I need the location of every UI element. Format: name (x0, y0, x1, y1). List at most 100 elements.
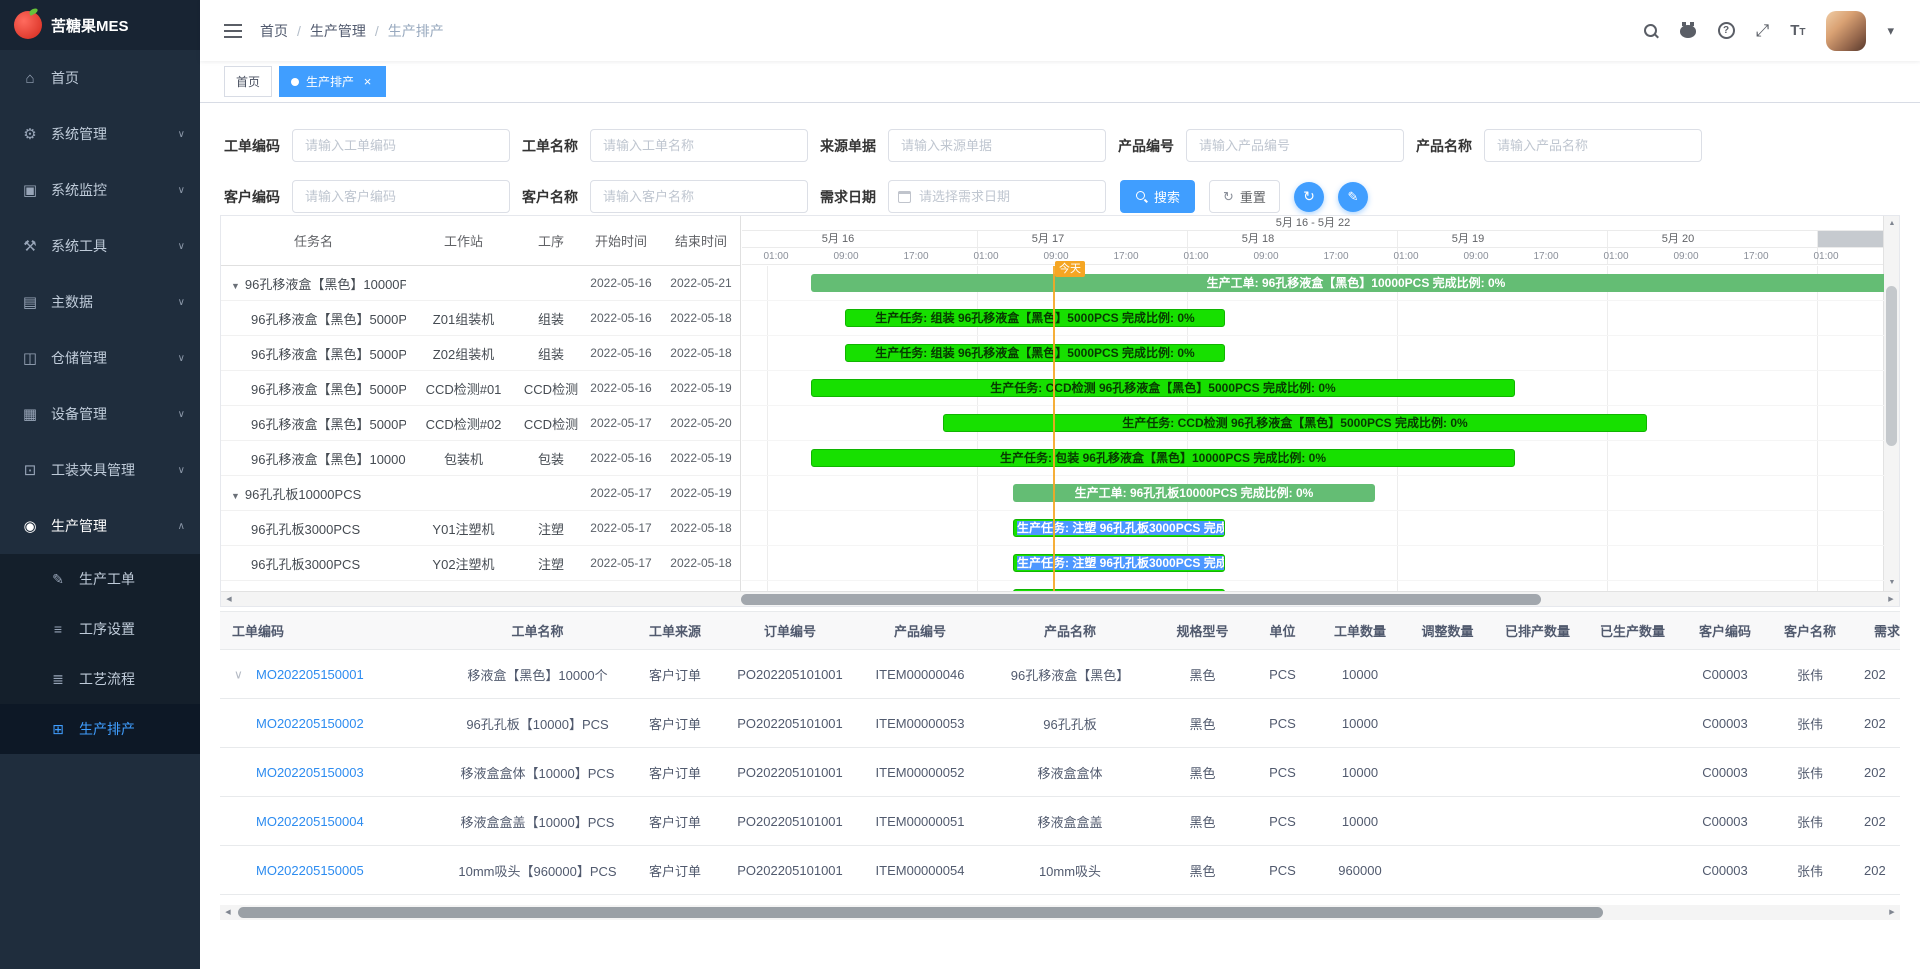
table-horizontal-scrollbar[interactable] (220, 905, 1900, 920)
sidebar-item-label: 仓储管理 (51, 348, 107, 368)
gantt-task-row[interactable]: 96孔移液盒【黑色】10000PCS包装机包装2022-05-162022-05… (221, 441, 740, 476)
sidebar-item-fixture[interactable]: 工装夹具管理 (0, 442, 200, 498)
sidebar-item-process-setup[interactable]: 工序设置 (0, 604, 200, 654)
table-body: MO202205150001移液盒【黑色】10000个客户订单PO2022051… (220, 650, 1900, 895)
github-icon[interactable] (1680, 22, 1697, 39)
wo-code-input[interactable] (292, 129, 510, 162)
sidebar-item-system-tools[interactable]: 系统工具 (0, 218, 200, 274)
gantt-task-row[interactable]: 96孔孔板3000PCSY03注塑机注塑2022-05-172022-05-18 (221, 581, 740, 591)
grid-line (1607, 231, 1608, 247)
breadcrumb-item[interactable]: 生产管理 (310, 21, 366, 41)
table-row[interactable]: MO20220515000296孔孔板【10000】PCS客户订单PO20220… (220, 699, 1900, 748)
scrollbar-thumb[interactable] (741, 594, 1541, 605)
breadcrumb-item[interactable]: 首页 (260, 21, 288, 41)
workorder-link[interactable]: MO202205150005 (256, 863, 364, 878)
scrollbar-thumb[interactable] (238, 907, 1603, 918)
customer-code-input[interactable] (292, 180, 510, 213)
search-button[interactable]: 搜索 (1120, 180, 1195, 213)
wo-name-input[interactable] (590, 129, 808, 162)
gantt-vertical-scrollbar[interactable] (1883, 216, 1899, 591)
font-size-icon[interactable] (1790, 22, 1805, 39)
tab-home[interactable]: 首页 (224, 66, 272, 97)
sidebar-item-master-data[interactable]: 主数据 (0, 274, 200, 330)
task-bar[interactable]: 生产任务: 注塑 96孔孔板3000PCS 完成比例: 0% (1013, 554, 1225, 572)
customer-name-input[interactable] (590, 180, 808, 213)
gantt-task-row[interactable]: 96孔移液盒【黑色】5000PCSCCD检测#01CCD检测2022-05-16… (221, 371, 740, 406)
workorder-link[interactable]: MO202205150004 (256, 814, 364, 829)
gantt-task-row[interactable]: 96孔移液盒【黑色】5000PCSZ02组装机组装2022-05-162022-… (221, 336, 740, 371)
product-code-input[interactable] (1186, 129, 1404, 162)
product-name-input[interactable] (1484, 129, 1702, 162)
task-station: Z01组装机 (406, 309, 521, 328)
scroll-right-arrow[interactable] (1883, 592, 1899, 607)
gantt-task-row[interactable]: 96孔孔板3000PCSY02注塑机注塑2022-05-172022-05-18 (221, 546, 740, 581)
scroll-up-arrow[interactable] (1884, 216, 1900, 232)
help-icon[interactable] (1718, 22, 1735, 39)
grid-line (1817, 231, 1818, 247)
workorder-link[interactable]: MO202205150001 (256, 667, 364, 682)
gantt-task-row[interactable]: 96孔移液盒【黑色】5000PCSZ01组装机组装2022-05-162022-… (221, 301, 740, 336)
gantt-task-row[interactable]: 96孔移液盒【黑色】5000PCSCCD检测#02CCD检测2022-05-17… (221, 406, 740, 441)
search-icon[interactable] (1643, 23, 1659, 39)
fullscreen-icon[interactable] (1756, 21, 1770, 41)
timeline-day-label: 5月 20 (1638, 231, 1718, 248)
gantt-range-label: 5月 16 - 5月 22 (742, 216, 1884, 231)
task-bar[interactable]: 生产任务: CCD检测 96孔移液盒【黑色】5000PCS 完成比例: 0% (943, 414, 1647, 432)
table-cell: 黑色 (1155, 797, 1250, 846)
workorder-bar[interactable]: 生产工单: 96孔移液盒【黑色】10000PCS 完成比例: 0% (811, 274, 1884, 292)
table-row[interactable]: MO202205150004移液盒盒盖【10000】PCS客户订单PO20220… (220, 797, 1900, 846)
chevron-down-icon[interactable] (1887, 23, 1894, 39)
sidebar-item-warehouse[interactable]: 仓储管理 (0, 330, 200, 386)
reset-button[interactable]: 重置 (1209, 180, 1280, 213)
gantt-horizontal-scrollbar[interactable] (221, 591, 1899, 607)
task-bar[interactable]: 生产任务: 注塑 96孔孔板3000PCS 完成比例: 0% (1013, 589, 1225, 591)
task-bar[interactable]: 生产任务: 组装 96孔移液盒【黑色】5000PCS 完成比例: 0% (845, 344, 1225, 362)
gantt-timeline: 5月 16 - 5月 22 5月 165月 175月 185月 195月 20 … (742, 216, 1884, 591)
gantt-task-row[interactable]: 96孔孔板3000PCSY01注塑机注塑2022-05-172022-05-18 (221, 511, 740, 546)
sidebar-toggle[interactable] (224, 24, 242, 38)
workorder-bar[interactable]: 生产工单: 96孔孔板10000PCS 完成比例: 0% (1013, 484, 1375, 502)
scroll-left-arrow[interactable] (221, 592, 237, 607)
scroll-down-arrow[interactable] (1884, 575, 1900, 591)
workorder-link[interactable]: MO202205150003 (256, 765, 364, 780)
avatar[interactable] (1826, 11, 1866, 51)
sidebar-item-home[interactable]: 首页 (0, 50, 200, 106)
task-bar[interactable]: 生产任务: 组装 96孔移液盒【黑色】5000PCS 完成比例: 0% (845, 309, 1225, 327)
scroll-right-arrow[interactable] (1884, 905, 1900, 921)
tree-expand-icon[interactable] (231, 487, 240, 502)
scrollbar-thumb[interactable] (1886, 286, 1897, 446)
chevron-down-icon[interactable] (234, 667, 243, 682)
tab-scheduling[interactable]: 生产排产 (279, 66, 386, 97)
breadcrumb-item[interactable]: 生产排产 (388, 21, 444, 41)
table-row[interactable]: MO20220515000510mm吸头【960000】PCS客户订单PO202… (220, 846, 1900, 895)
edit-button[interactable] (1338, 182, 1368, 212)
sidebar-item-production[interactable]: 生产管理 (0, 498, 200, 554)
timeline-hour-label: 17:00 (1316, 248, 1356, 265)
gantt-task-row[interactable]: 96孔孔板10000PCS2022-05-172022-05-19 (221, 476, 740, 511)
table-row[interactable]: MO202205150001移液盒【黑色】10000个客户订单PO2022051… (220, 650, 1900, 699)
timeline-hour-label: 09:00 (826, 248, 866, 265)
source-doc-input[interactable] (888, 129, 1106, 162)
task-end-date: 2022-05-18 (661, 556, 740, 570)
tree-expand-icon[interactable] (231, 277, 240, 292)
table-row[interactable]: MO202205150003移液盒盒体【10000】PCS客户订单PO20220… (220, 748, 1900, 797)
sidebar-item-system-admin[interactable]: 系统管理 (0, 106, 200, 162)
sidebar-item-system-monitor[interactable]: 系统监控 (0, 162, 200, 218)
scroll-left-arrow[interactable] (220, 905, 236, 921)
sidebar-submenu: 生产工单工序设置工艺流程生产排产 (0, 554, 200, 754)
task-bar[interactable]: 生产任务: 包装 96孔移液盒【黑色】10000PCS 完成比例: 0% (811, 449, 1515, 467)
task-bar[interactable]: 生产任务: 注塑 96孔孔板3000PCS 完成比例: 0% (1013, 519, 1225, 537)
table-cell (1490, 797, 1585, 846)
close-icon[interactable] (361, 75, 374, 88)
process-icon (48, 621, 68, 637)
sidebar-item-work-order[interactable]: 生产工单 (0, 554, 200, 604)
sidebar-item-equipment[interactable]: 设备管理 (0, 386, 200, 442)
refresh-button[interactable] (1294, 182, 1324, 212)
demand-date-input[interactable] (888, 180, 1106, 213)
sidebar-item-scheduling[interactable]: 生产排产 (0, 704, 200, 754)
task-bar[interactable]: 生产任务: CCD检测 96孔移液盒【黑色】5000PCS 完成比例: 0% (811, 379, 1515, 397)
app-logo[interactable]: 苦糖果MES (0, 0, 200, 50)
workorder-link[interactable]: MO202205150002 (256, 716, 364, 731)
gantt-task-row[interactable]: 96孔移液盒【黑色】10000PCS2022-05-162022-05-21 (221, 266, 740, 301)
sidebar-item-process-route[interactable]: 工艺流程 (0, 654, 200, 704)
